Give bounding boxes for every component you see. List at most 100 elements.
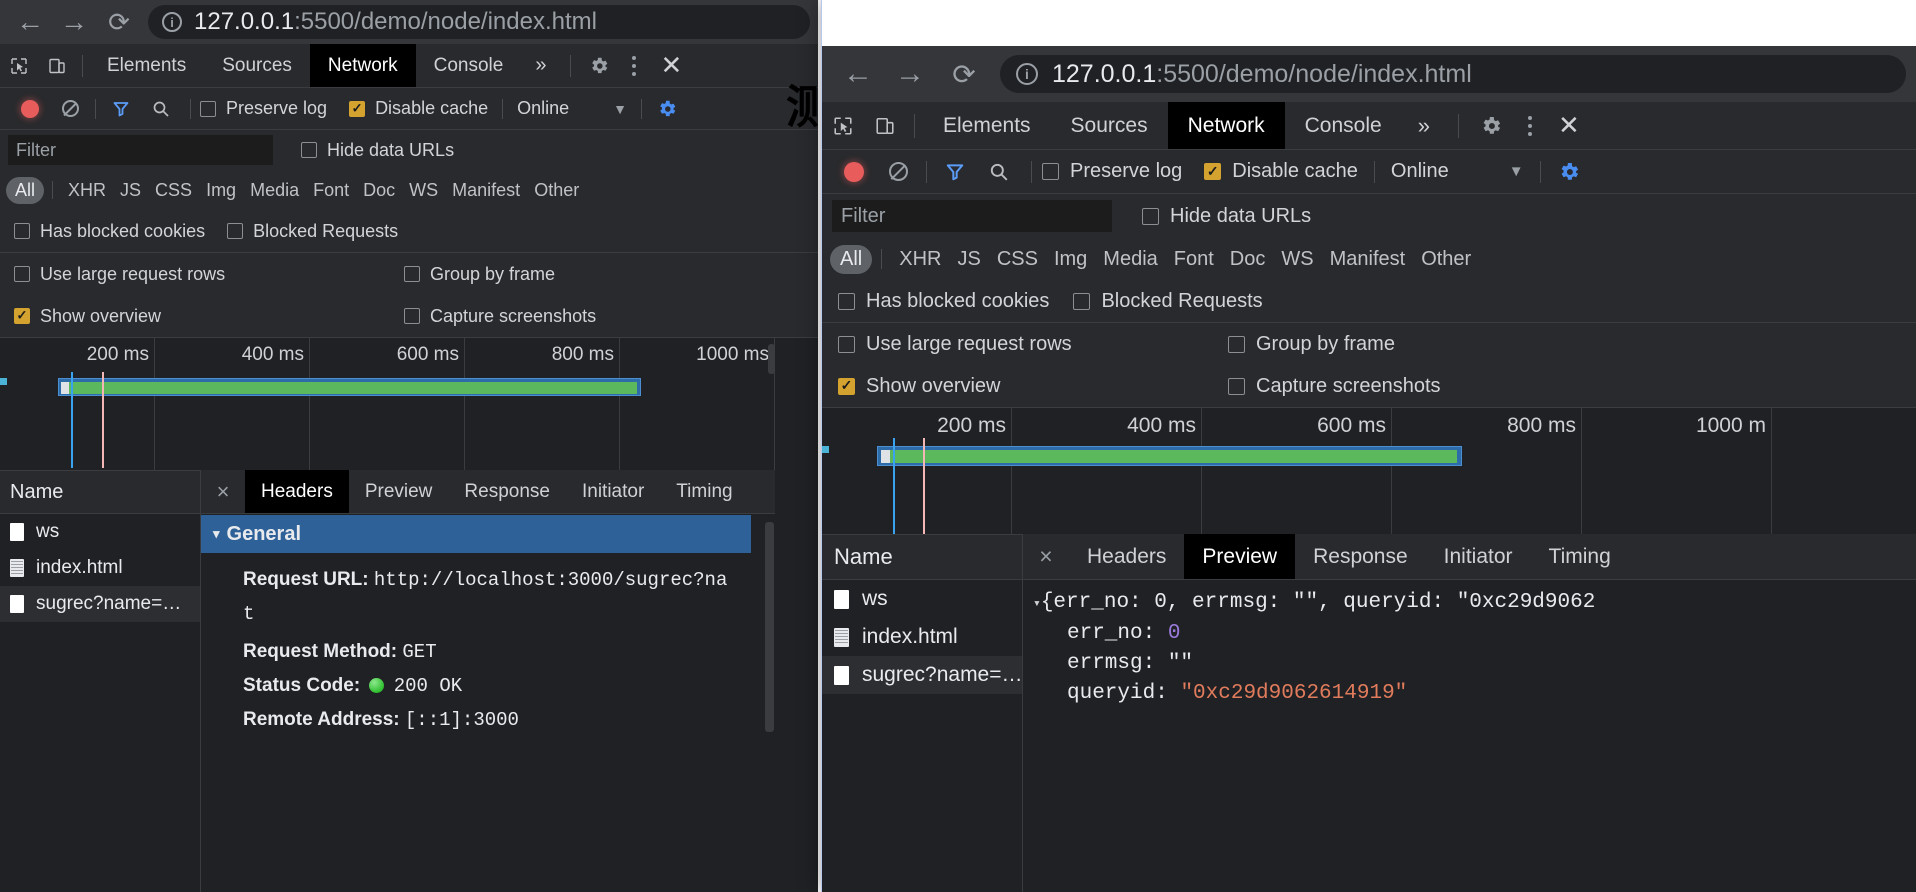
group-by-frame-checkbox[interactable]: Group by frame <box>1228 333 1395 356</box>
blocked-requests-checkbox[interactable]: Blocked Requests <box>227 221 398 242</box>
detail-tab-response[interactable]: Response <box>1295 534 1426 579</box>
list-item[interactable]: sugrec?name=… <box>0 586 200 622</box>
preserve-log-box[interactable] <box>1042 163 1059 180</box>
list-item[interactable]: sugrec?name=… <box>822 656 1023 694</box>
group-by-frame-box[interactable] <box>1228 335 1245 353</box>
tab-console[interactable]: Console <box>416 44 522 87</box>
reload-button[interactable]: ⟳ <box>936 46 992 102</box>
device-toolbar-icon[interactable] <box>864 102 906 150</box>
type-filter-media[interactable]: Media <box>1095 245 1165 274</box>
group-by-frame-checkbox[interactable]: Group by frame <box>404 264 555 285</box>
chevron-down-icon[interactable]: ▾ <box>213 526 220 542</box>
detail-tab-headers[interactable]: Headers <box>1069 534 1184 579</box>
has-blocked-cookies-box[interactable] <box>14 223 30 239</box>
type-filter-manifest[interactable]: Manifest <box>445 177 527 204</box>
chevron-down-icon[interactable]: ▼ <box>1509 163 1524 180</box>
type-filter-xhr[interactable]: XHR <box>891 245 949 274</box>
close-detail-icon[interactable]: × <box>201 470 245 514</box>
right-address-bar[interactable]: i 127.0.0.1:5500/demo/node/index.html <box>1000 55 1906 93</box>
type-filter-ws[interactable]: WS <box>402 177 445 204</box>
inspect-element-icon[interactable] <box>0 44 38 88</box>
use-large-request-rows-box[interactable] <box>14 266 30 282</box>
info-icon[interactable]: i <box>162 12 182 32</box>
hide-data-urls-box[interactable] <box>1142 207 1159 225</box>
detail-tab-preview[interactable]: Preview <box>1184 534 1296 579</box>
reload-button[interactable]: ⟳ <box>96 0 142 44</box>
left-network-overview[interactable]: 200 ms 400 ms 600 ms 800 ms 1000 ms <box>0 338 775 470</box>
list-item[interactable]: index.html <box>822 618 1022 656</box>
disable-cache-box[interactable] <box>349 100 366 117</box>
tab-network[interactable]: Network <box>1167 102 1285 149</box>
detail-tab-response[interactable]: Response <box>448 470 566 513</box>
list-item[interactable]: ws <box>0 514 200 550</box>
tab-elements[interactable]: Elements <box>89 44 204 87</box>
json-root-row[interactable]: ▾{err_no: 0, errmsg: "", queryid: "0xc29… <box>1033 588 1916 619</box>
type-filter-js[interactable]: JS <box>113 177 148 204</box>
type-filter-other[interactable]: Other <box>1413 245 1479 274</box>
disable-cache-box[interactable] <box>1204 163 1222 180</box>
detail-scrollbar[interactable] <box>765 522 774 732</box>
has-blocked-cookies-box[interactable] <box>838 292 855 310</box>
detail-tab-timing[interactable]: Timing <box>660 470 748 513</box>
blocked-requests-box[interactable] <box>1073 292 1091 310</box>
detail-tab-timing[interactable]: Timing <box>1531 534 1629 579</box>
general-section-header[interactable]: ▾ General <box>201 515 751 553</box>
hide-data-urls-box[interactable] <box>301 142 317 158</box>
type-filter-ws[interactable]: WS <box>1273 245 1321 274</box>
list-item[interactable]: ws <box>822 580 1022 618</box>
type-filter-xhr[interactable]: XHR <box>61 177 113 204</box>
tab-elements[interactable]: Elements <box>923 102 1051 149</box>
capture-screenshots-checkbox[interactable]: Capture screenshots <box>404 306 596 327</box>
clear-button[interactable] <box>50 88 90 130</box>
throttling-label[interactable]: Online <box>517 98 569 119</box>
use-large-request-rows-box[interactable] <box>838 335 855 353</box>
disable-cache-checkbox[interactable]: Disable cache <box>1204 160 1358 183</box>
tab-more-panels[interactable]: » <box>1402 102 1446 149</box>
hide-data-urls-checkbox[interactable]: Hide data URLs <box>1142 205 1311 228</box>
blocked-requests-checkbox[interactable]: Blocked Requests <box>1073 290 1263 313</box>
tab-sources[interactable]: Sources <box>1051 102 1168 149</box>
close-detail-icon[interactable]: × <box>1023 534 1069 580</box>
inspect-element-icon[interactable] <box>822 102 864 150</box>
blocked-requests-box[interactable] <box>227 223 244 239</box>
show-overview-checkbox[interactable]: Show overview <box>838 375 1228 398</box>
detail-tab-headers[interactable]: Headers <box>245 470 349 513</box>
type-filter-css[interactable]: CSS <box>989 245 1046 274</box>
right-network-overview[interactable]: 200 ms 400 ms 600 ms 800 ms 1000 m <box>822 408 1916 534</box>
throttling-label[interactable]: Online <box>1391 160 1449 183</box>
kebab-icon[interactable] <box>1511 102 1549 150</box>
tab-more-panels[interactable]: » <box>521 44 560 87</box>
close-icon[interactable]: ✕ <box>651 44 691 88</box>
record-button[interactable] <box>10 88 50 130</box>
left-address-bar[interactable]: i 127.0.0.1:5500/demo/node/index.html <box>148 5 810 39</box>
gear-icon[interactable] <box>581 44 617 88</box>
capture-screenshots-box[interactable] <box>1228 377 1245 395</box>
show-overview-checkbox[interactable]: Show overview <box>14 306 404 327</box>
type-filter-css[interactable]: CSS <box>148 177 199 204</box>
back-button[interactable]: ← <box>8 0 52 44</box>
clear-button[interactable] <box>876 150 920 194</box>
tab-sources[interactable]: Sources <box>204 44 310 87</box>
capture-screenshots-checkbox[interactable]: Capture screenshots <box>1228 375 1441 398</box>
hide-data-urls-checkbox[interactable]: Hide data URLs <box>301 140 454 161</box>
type-filter-other[interactable]: Other <box>527 177 586 204</box>
close-icon[interactable]: ✕ <box>1549 102 1589 150</box>
network-settings-gear-icon[interactable] <box>656 98 678 120</box>
type-filter-img[interactable]: Img <box>1046 245 1095 274</box>
list-item[interactable]: index.html <box>0 550 200 586</box>
record-button[interactable] <box>832 150 876 194</box>
filter-funnel-icon[interactable] <box>101 88 141 130</box>
detail-tab-initiator[interactable]: Initiator <box>566 470 660 513</box>
preserve-log-checkbox[interactable]: Preserve log <box>1042 160 1182 183</box>
group-by-frame-box[interactable] <box>404 266 420 282</box>
tab-network[interactable]: Network <box>309 44 416 87</box>
has-blocked-cookies-checkbox[interactable]: Has blocked cookies <box>14 221 205 242</box>
type-filter-font[interactable]: Font <box>306 177 356 204</box>
type-filter-doc[interactable]: Doc <box>356 177 402 204</box>
type-filter-doc[interactable]: Doc <box>1222 245 1274 274</box>
detail-tab-initiator[interactable]: Initiator <box>1426 534 1531 579</box>
use-large-request-rows-checkbox[interactable]: Use large request rows <box>838 333 1228 356</box>
chevron-down-icon[interactable]: ▾ <box>1033 596 1041 611</box>
type-filter-font[interactable]: Font <box>1166 245 1222 274</box>
search-input[interactable]: Filter <box>8 135 273 165</box>
